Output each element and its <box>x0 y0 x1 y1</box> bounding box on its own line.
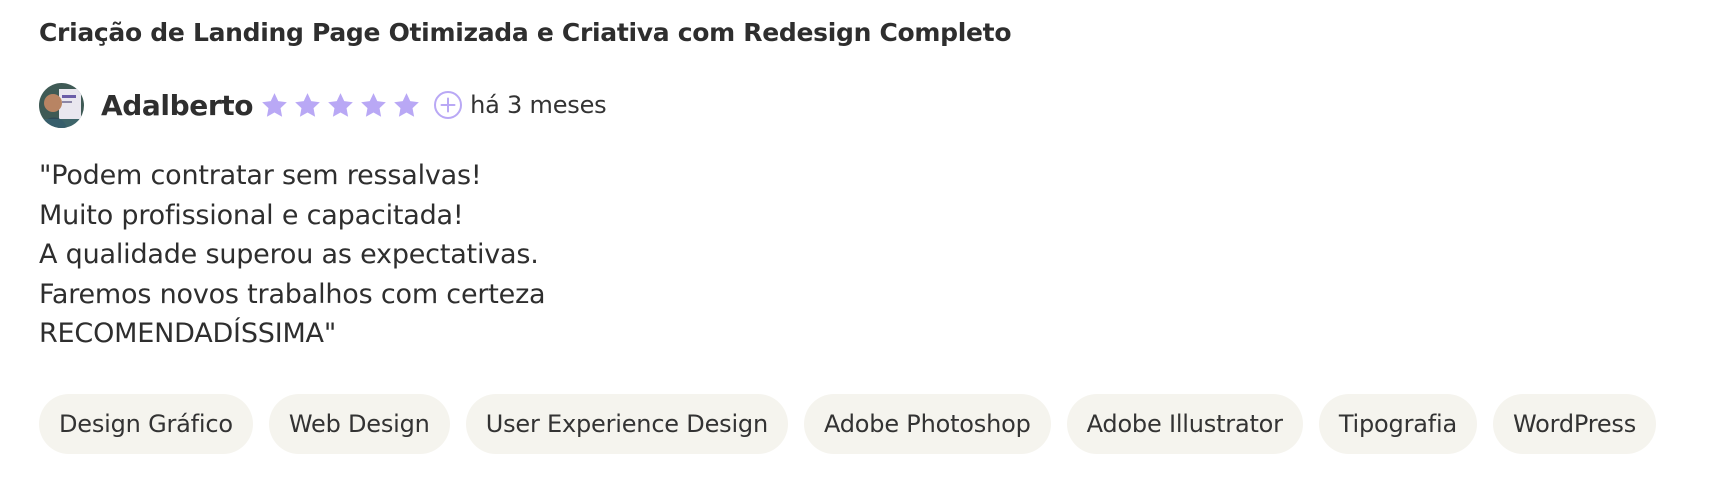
avatar-image <box>39 82 84 128</box>
comment-line: Faremos novos trabalhos com certeza <box>39 278 546 310</box>
skill-tag[interactable]: WordPress <box>1492 393 1657 454</box>
comment-line: Muito profissional e capacitada! <box>39 199 464 231</box>
review-card: Criação de Landing Page Otimizada e Cria… <box>39 14 1689 454</box>
star-icon <box>295 92 320 117</box>
rating-stars <box>260 91 421 120</box>
skill-tag[interactable]: Adobe Illustrator <box>1066 393 1303 454</box>
review-meta: Adalberto há 3 meses <box>39 82 1689 128</box>
skill-tag[interactable]: User Experience Design <box>465 393 788 454</box>
review-time: há 3 meses <box>470 91 607 119</box>
skill-tag[interactable]: Adobe Photoshop <box>803 393 1051 454</box>
star-icon <box>262 92 287 117</box>
comment-line: RECOMENDADÍSSIMA" <box>39 318 337 349</box>
skill-tag[interactable]: Web Design <box>268 393 450 454</box>
comment-line: "Podem contratar sem ressalvas! <box>39 160 482 191</box>
plus-circle-icon[interactable] <box>433 90 463 120</box>
comment-line: A qualidade superou as expectativas. <box>39 239 539 270</box>
review-comment: "Podem contratar sem ressalvas! Muito pr… <box>39 156 1689 354</box>
star-icon <box>328 92 353 117</box>
review-project-title: Criação de Landing Page Otimizada e Cria… <box>39 18 1012 47</box>
star-icon <box>394 92 419 117</box>
avatar[interactable] <box>39 82 84 128</box>
skill-tags: Design Gráfico Web Design User Experienc… <box>39 393 1689 454</box>
star-icon <box>361 92 386 117</box>
author-name[interactable]: Adalberto <box>101 89 253 122</box>
skill-tag[interactable]: Design Gráfico <box>39 393 253 454</box>
skill-tag[interactable]: Tipografia <box>1318 393 1477 454</box>
